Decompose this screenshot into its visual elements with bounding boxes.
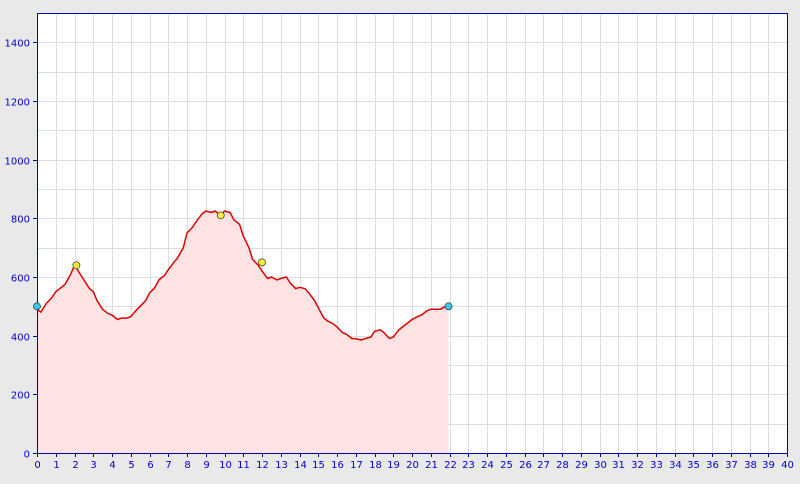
x-tick-label: 15: [312, 460, 325, 471]
y-tick-label: 1000: [5, 157, 30, 168]
y-tick-label: 1400: [5, 39, 30, 50]
x-tick-label: 10: [219, 460, 232, 471]
x-tick-label: 24: [481, 460, 494, 471]
x-tick-label: 31: [612, 460, 625, 471]
x-tick-label: 18: [369, 460, 382, 471]
x-tick-label: 0: [34, 460, 40, 471]
chart-svg: 02004006008001000120014000 1 2 3 4 5 6 7 8 9 10 11 1…: [5, 13, 794, 471]
x-tick-label: 3: [90, 460, 96, 471]
y-tick-label: 400: [11, 333, 30, 344]
x-tick-label: 30: [594, 460, 607, 471]
y-tick-label: 200: [11, 391, 30, 402]
x-tick-label: 36: [706, 460, 719, 471]
endpoint-marker: [444, 302, 453, 311]
x-tick-label: 4: [109, 460, 115, 471]
x-tick-label: 16: [331, 460, 344, 471]
x-tick-label: 13: [275, 460, 288, 471]
x-tick-label: 11: [237, 460, 250, 471]
x-tick-label: 22: [444, 460, 457, 471]
x-tick-label: 20: [406, 460, 419, 471]
endpoint-marker: [33, 302, 41, 311]
x-tick-label: 12: [256, 460, 269, 471]
x-tick-label: 35: [687, 460, 700, 471]
x-tick-label: 37: [725, 460, 738, 471]
y-tick-label: 600: [11, 274, 30, 285]
x-tick-label: 27: [537, 460, 550, 471]
x-tick-label: 5: [128, 460, 134, 471]
x-tick-label: 2: [72, 460, 78, 471]
x-tick-label: 14: [294, 460, 307, 471]
x-tick-label: 26: [519, 460, 532, 471]
y-tick-label: 1200: [5, 98, 30, 109]
x-tick-label: 34: [669, 460, 682, 471]
x-tick-label: 8: [184, 460, 190, 471]
x-tick-label: 21: [425, 460, 438, 471]
x-tick-label: 6: [147, 460, 153, 471]
x-tick-label: 1: [53, 460, 59, 471]
x-tick-label: 23: [462, 460, 475, 471]
y-tick-label: 800: [11, 215, 30, 226]
elevation-chart: 0 200 400 600 800 1000 1200 1400 0 1 2 3 4 5 6 7 8 9 10 11 1…: [0, 0, 800, 480]
x-tick-label: 19: [387, 460, 400, 471]
waypoint-marker: [216, 211, 225, 220]
waypoint-marker: [72, 261, 81, 270]
y-tick-label: 0: [24, 450, 30, 461]
x-tick-label: 33: [650, 460, 663, 471]
x-tick-label: 25: [500, 460, 513, 471]
x-tick-label: 39: [762, 460, 775, 471]
x-tick-label: 38: [744, 460, 757, 471]
x-tick-label: 7: [165, 460, 171, 471]
x-tick-label: 28: [556, 460, 569, 471]
x-tick-label: 9: [203, 460, 209, 471]
x-tick-label: 40: [781, 460, 794, 471]
x-tick-label: 29: [575, 460, 588, 471]
x-tick-label: 32: [631, 460, 644, 471]
waypoint-marker: [258, 258, 266, 267]
x-tick-label: 17: [350, 460, 363, 471]
